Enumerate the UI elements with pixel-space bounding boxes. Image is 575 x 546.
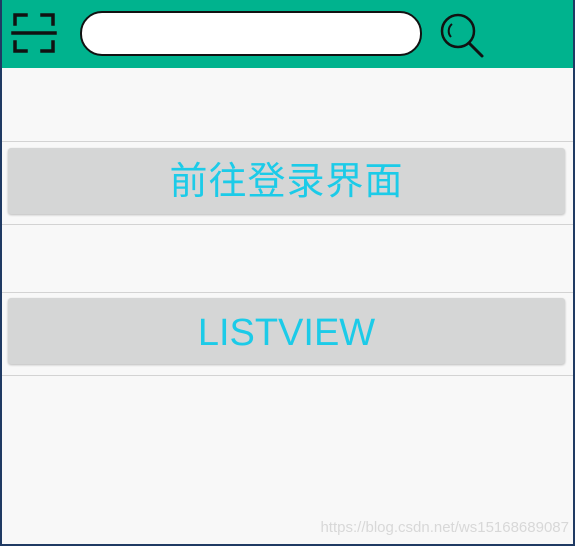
scan-icon[interactable] xyxy=(10,10,58,56)
watermark: https://blog.csdn.net/ws15168689087 xyxy=(320,519,569,536)
search-icon[interactable] xyxy=(438,12,488,60)
search-input[interactable] xyxy=(80,11,422,56)
go-to-login-button[interactable]: 前往登录界面 xyxy=(8,148,565,214)
top-toolbar xyxy=(2,0,573,68)
divider xyxy=(2,292,573,293)
divider xyxy=(2,224,573,225)
go-to-login-label: 前往登录界面 xyxy=(169,159,404,203)
app-screen: 前往登录界面 LISTVIEW https://blog.csdn.net/ws… xyxy=(0,0,575,546)
divider xyxy=(2,375,573,376)
listview-label: LISTVIEW xyxy=(197,312,376,354)
listview-button[interactable]: LISTVIEW xyxy=(8,298,565,364)
divider xyxy=(2,141,573,142)
